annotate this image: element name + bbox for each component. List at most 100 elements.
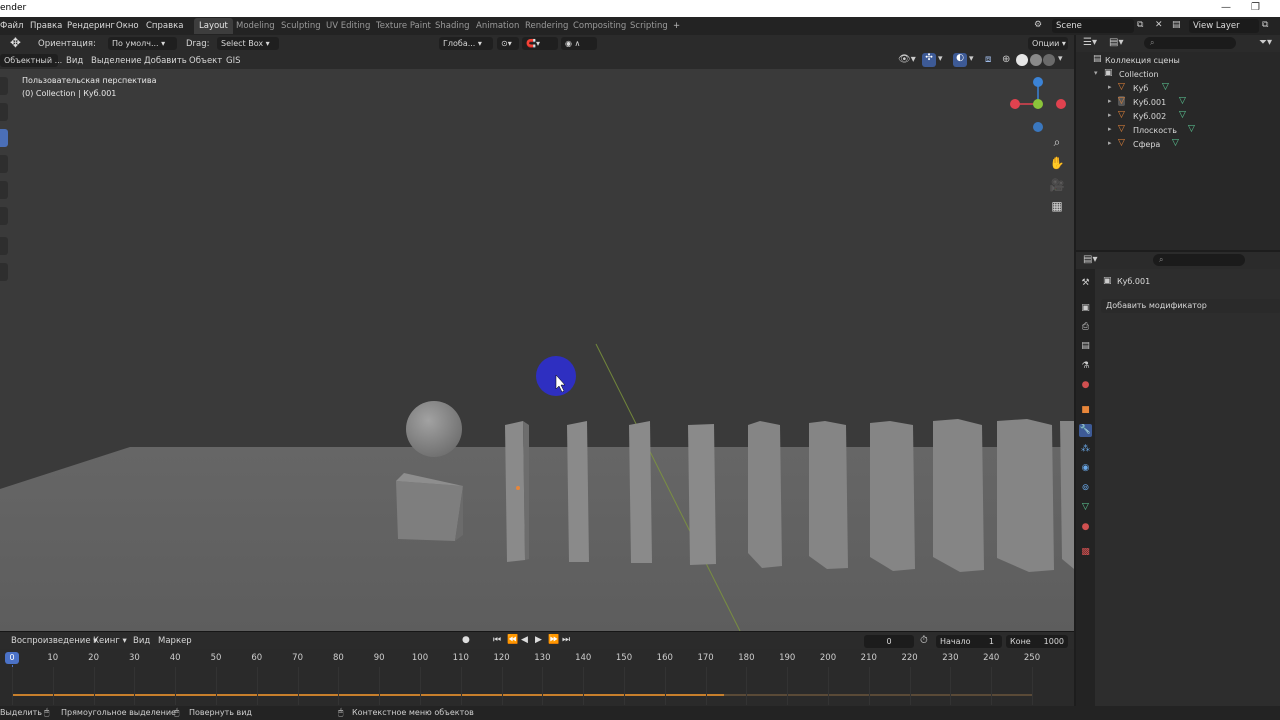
domino-pillar[interactable] [870,421,915,571]
object-tab-icon[interactable]: ■ [1079,404,1092,417]
domino-pillar[interactable] [1060,421,1074,569]
rotate-tool-button[interactable] [0,155,8,173]
expand-icon[interactable]: ▸ [1108,97,1112,105]
menu-edit[interactable]: Правка [30,21,62,31]
select-tool-button[interactable] [0,77,8,95]
mesh-data-icon[interactable]: ▽ [1179,110,1186,120]
world-tab-icon[interactable]: ● [1079,379,1092,392]
timeline-menu-marker[interactable]: Маркер [158,636,192,646]
y-axis-icon[interactable] [1033,99,1043,109]
material-tab-icon[interactable]: ● [1079,521,1092,534]
tab-animation[interactable]: Animation [471,18,524,34]
snap-dropdown[interactable]: 🧲▾ [522,37,558,50]
menu-help[interactable]: Справка [146,21,183,31]
expand-icon[interactable]: ▾ [1094,69,1098,77]
tab-scripting[interactable]: Scripting [625,18,673,34]
timeline-menu-keying[interactable]: Кеинг ▾ [93,636,127,646]
add-workspace-button[interactable]: + [668,18,685,34]
gizmo-dropdown-icon[interactable]: ▾ [938,54,943,64]
transform-tool-button[interactable] [0,207,8,225]
mesh-data-icon[interactable]: ▽ [1179,96,1186,106]
gizmo-toggle-icon[interactable]: ✣ [922,53,936,67]
outliner-item-cube[interactable]: ▸ ▽ Куб ▽ [1076,82,1280,96]
cursor-tool-button[interactable] [0,103,8,121]
xray-toggle-icon[interactable]: ⧈ [985,54,991,65]
solid-shading-icon[interactable] [1016,54,1028,66]
particles-tab-icon[interactable]: ⁂ [1079,443,1092,456]
tab-texture-paint[interactable]: Texture Paint [371,18,436,34]
outliner-item-cube-001[interactable]: ▸ ▽ Куб.001 ▽ [1076,96,1280,110]
pivot-dropdown[interactable]: ⊙▾ [497,37,519,50]
viewport-menu-view[interactable]: Вид [66,56,83,66]
mesh-data-icon[interactable]: ▽ [1172,138,1179,148]
mode-dropdown[interactable]: Объектный ... [0,54,62,67]
overlays-dropdown-icon[interactable]: ▾ [969,54,974,64]
rendered-shading-icon[interactable] [1043,54,1055,66]
domino-pillar[interactable] [748,421,782,568]
view-layer-tab-icon[interactable]: ▤ [1079,340,1092,353]
shading-dropdown-icon[interactable]: ▾ [1058,54,1063,64]
scene-tab-icon[interactable]: ⚗ [1079,360,1092,373]
tool-tab-icon[interactable]: ⚒ [1079,277,1092,290]
viewport-menu-add[interactable]: Добавить [144,56,187,66]
play-reverse-icon[interactable]: ◀ [521,635,528,645]
camera-icon[interactable]: 🎥 [1047,175,1067,195]
pan-hand-icon[interactable]: ✋ [1047,153,1067,173]
tab-shading[interactable]: Shading [430,18,475,34]
proportional-edit-dropdown[interactable]: ◉ ∧ [561,37,597,50]
mesh-data-icon[interactable]: ▽ [1162,82,1169,92]
menu-render[interactable]: Рендеринг [67,21,115,31]
orientation-dropdown[interactable]: По умолч... ▾ [108,37,177,50]
timeline-menu-view[interactable]: Вид [133,636,150,646]
properties-search-input[interactable]: ⌕ [1153,254,1245,266]
remove-scene-icon[interactable]: ✕ [1155,20,1163,30]
scene-selector[interactable]: Scene [1052,19,1134,33]
domino-pillar[interactable] [567,421,589,562]
scale-tool-button[interactable] [0,181,8,199]
tab-uv-editing[interactable]: UV Editing [321,18,375,34]
tab-rendering[interactable]: Rendering [520,18,573,34]
3d-viewport[interactable]: Пользовательская перспектива (0) Collect… [0,69,1074,631]
modifier-tab-icon[interactable]: 🔧 [1079,424,1092,437]
expand-icon[interactable]: ▸ [1108,111,1112,119]
transform-tool-icon[interactable]: ✥ [10,36,21,51]
domino-pillar[interactable] [629,421,652,563]
filter-icon[interactable]: ⏷▾ [1259,37,1272,48]
domino-pillar[interactable] [505,421,529,562]
annotate-tool-button[interactable] [0,237,8,255]
viewport-menu-object[interactable]: Объект [189,56,222,66]
tab-sculpting[interactable]: Sculpting [276,18,326,34]
expand-icon[interactable]: ▸ [1108,125,1112,133]
domino-pillar[interactable] [688,424,716,565]
viewport-menu-gis[interactable]: GIS [226,56,241,66]
view-layer-selector[interactable]: View Layer [1189,19,1259,33]
timeline-menu-playback[interactable]: Воспроизведение ▾ [11,636,98,646]
wireframe-shading-icon[interactable]: ⊕ [1002,54,1010,65]
outliner-item-sphere[interactable]: ▸ ▽ Сфера ▽ [1076,138,1280,152]
options-dropdown[interactable]: Опции ▾ [1028,37,1068,50]
menu-file[interactable]: Файл [0,21,23,31]
domino-pillar[interactable] [809,421,848,569]
jump-keyframe-forward-icon[interactable]: ⏩ [548,635,559,645]
texture-tab-icon[interactable]: ▩ [1079,546,1092,559]
maximize-icon[interactable]: ❐ [1251,2,1260,13]
stopwatch-icon[interactable]: ⏱ [920,635,928,646]
outliner-item-plane[interactable]: ▸ ▽ Плоскость ▽ [1076,124,1280,138]
physics-tab-icon[interactable]: ◉ [1079,462,1092,475]
tab-layout[interactable]: Layout [194,18,233,34]
neg-z-axis-icon[interactable] [1033,122,1043,132]
outliner-search-input[interactable]: ⌕ [1144,37,1236,49]
add-modifier-button[interactable]: Добавить модификатор [1101,299,1280,313]
new-view-layer-icon[interactable]: ⧉ [1262,20,1268,30]
measure-tool-button[interactable] [0,263,8,281]
data-tab-icon[interactable]: ▽ [1079,501,1092,514]
output-tab-icon[interactable]: ⎙ [1079,321,1092,334]
neg-x-axis-icon[interactable] [1056,99,1066,109]
collection-row[interactable]: ▾ ▣ Collection [1076,68,1280,82]
x-axis-icon[interactable] [1010,99,1020,109]
domino-pillar[interactable] [997,419,1054,572]
scene-collection-row[interactable]: ▤ Коллекция сцены [1076,54,1280,68]
ortho-grid-icon[interactable]: ▦ [1047,196,1067,216]
mesh-data-icon[interactable]: ▽ [1188,124,1195,134]
editor-type-icon[interactable]: ▤▾ [1083,254,1097,265]
